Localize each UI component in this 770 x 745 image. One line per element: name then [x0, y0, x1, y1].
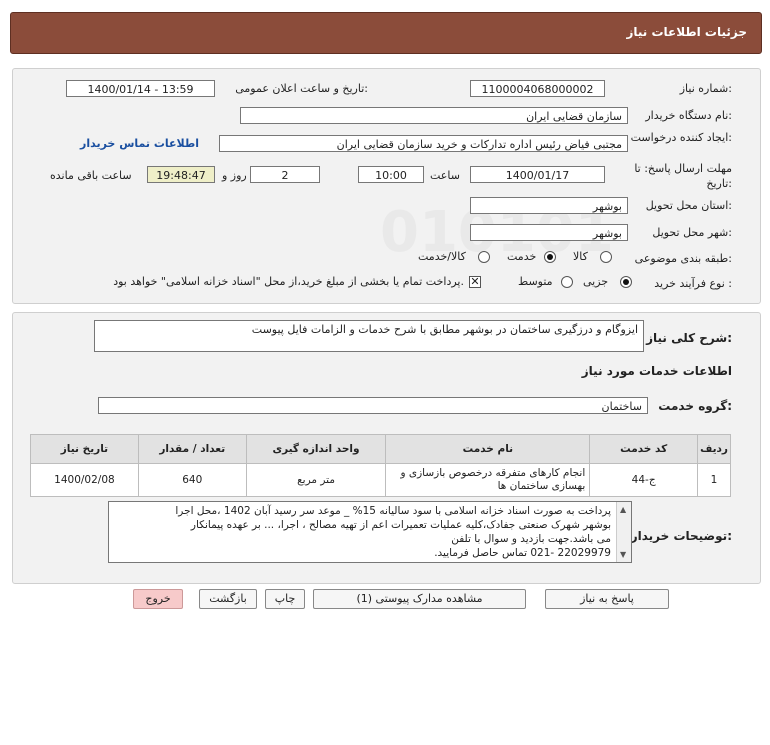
- col-date: تاریخ نیاز: [30, 434, 139, 464]
- buyer-notes-box[interactable]: ▲ ▼ پرداخت به صورت اسناد خزانه اسلامی با…: [108, 501, 632, 563]
- print-button[interactable]: چاپ: [265, 589, 305, 609]
- service-group-field[interactable]: ساختمان: [98, 397, 648, 414]
- col-unit: واحد اندازه گیری: [245, 434, 387, 464]
- days-label: روز و: [222, 169, 247, 182]
- cell-row: 1: [697, 463, 731, 497]
- process-jozi-radio[interactable]: [620, 276, 632, 288]
- scroll-up-icon[interactable]: ▲: [620, 505, 626, 514]
- payment-checkbox[interactable]: ✕: [469, 276, 481, 288]
- remaining-time-field: 19:48:47: [147, 166, 215, 183]
- description-field[interactable]: ایزوگام و درزگیری ساختمان در بوشهر مطابق…: [94, 320, 644, 352]
- category-label: طبقه بندی موضوعی:: [634, 252, 732, 265]
- announce-label: تاریخ و ساعت اعلان عمومی:: [235, 82, 368, 95]
- category-kala-text: کالا: [573, 250, 588, 263]
- table-row: 1 ج-44 انجام کارهای متفرقه درخصوص بازساز…: [30, 463, 731, 497]
- cell-unit: متر مربع: [245, 463, 387, 497]
- buyer-org-label: نام دستگاه خریدار:: [645, 109, 732, 122]
- remaining-label: ساعت باقی مانده: [50, 169, 132, 182]
- notes-line: 22029979 -021 تماس حاصل فرمایید.: [434, 547, 611, 559]
- page-title: جزئیات اطلاعات نیاز: [626, 25, 747, 39]
- payment-note: پرداخت تمام یا بخشی از مبلغ خرید،از محل …: [113, 275, 464, 288]
- exit-button[interactable]: خروج: [133, 589, 183, 609]
- back-button[interactable]: بازگشت: [199, 589, 257, 609]
- province-label: استان محل تحویل:: [645, 199, 732, 212]
- notes-line: پرداخت به صورت اسناد خزانه اسلامی با سود…: [175, 505, 611, 517]
- service-group-label: گروه خدمت:: [658, 399, 732, 413]
- services-table: ردیف کد خدمت نام خدمت واحد اندازه گیری ت…: [30, 434, 731, 497]
- col-qty: تعداد / مقدار: [137, 434, 247, 464]
- process-motevaset-text: متوسط: [518, 275, 553, 288]
- services-section-title: اطلاعات خدمات مورد نیاز: [581, 364, 732, 378]
- deadline-time-field[interactable]: 10:00: [358, 166, 424, 183]
- announce-field[interactable]: 1400/01/14 - 13:59: [66, 80, 215, 97]
- contact-link[interactable]: اطلاعات تماس خریدار: [80, 137, 199, 150]
- category-kala-radio[interactable]: [600, 251, 612, 263]
- deadline-label: مهلت ارسال پاسخ: تا تاریخ:: [634, 162, 732, 190]
- buyer-notes-text: پرداخت به صورت اسناد خزانه اسلامی با سود…: [116, 504, 611, 560]
- cell-code: ج-44: [589, 463, 699, 497]
- province-field[interactable]: بوشهر: [470, 197, 628, 214]
- notes-scrollbar[interactable]: ▲ ▼: [616, 502, 631, 562]
- notes-line: بوشهر شهرک صنعتی جفادک،کلیه عملیات تعمیر…: [190, 519, 611, 531]
- city-label: شهر محل تحویل:: [652, 226, 732, 239]
- cell-date: 1400/02/08: [30, 463, 139, 497]
- reply-button[interactable]: پاسخ به نیاز: [545, 589, 669, 609]
- creator-field[interactable]: مجتبی فیاض رئیس اداره تدارکات و خرید ساز…: [219, 135, 628, 152]
- col-code: کد خدمت: [589, 434, 699, 464]
- deadline-date-field[interactable]: 1400/01/17: [470, 166, 605, 183]
- process-motevaset-radio[interactable]: [561, 276, 573, 288]
- scroll-down-icon[interactable]: ▼: [620, 550, 626, 559]
- need-number-field[interactable]: 1100004068000002: [470, 80, 605, 97]
- buyer-notes-label: توضیحات خریدار:: [630, 529, 732, 543]
- time-label: ساعت: [430, 169, 460, 182]
- buyer-org-field[interactable]: سازمان قضایی ایران: [240, 107, 628, 124]
- col-name: نام خدمت: [385, 434, 591, 464]
- cell-name: انجام کارهای متفرقه درخصوص بازسازی و بهس…: [385, 463, 591, 497]
- table-header-row: ردیف کد خدمت نام خدمت واحد اندازه گیری ت…: [30, 434, 731, 464]
- description-label: شرح کلی نیاز:: [646, 331, 732, 345]
- process-jozi-text: جزیی: [583, 275, 609, 288]
- category-khedmat-radio[interactable]: [544, 251, 556, 263]
- need-number-label: شماره نیاز:: [679, 82, 732, 95]
- days-field[interactable]: 2: [250, 166, 320, 183]
- col-row: ردیف: [697, 434, 731, 464]
- process-label: نوع فرآیند خرید :: [654, 277, 732, 290]
- category-khedmat-text: خدمت: [507, 250, 537, 263]
- cell-qty: 640: [137, 463, 247, 497]
- category-both-text: کالا/خدمت: [418, 250, 466, 263]
- city-field[interactable]: بوشهر: [470, 224, 628, 241]
- attachments-button[interactable]: مشاهده مدارک پیوستی (1): [313, 589, 526, 609]
- page-header: جزئیات اطلاعات نیاز: [10, 12, 762, 54]
- description-text: ایزوگام و درزگیری ساختمان در بوشهر مطابق…: [251, 323, 638, 336]
- notes-line: می باشد.جهت بازدید و سوال با تلفن: [451, 533, 611, 545]
- category-both-radio[interactable]: [478, 251, 490, 263]
- creator-label: ایجاد کننده درخواست:: [630, 131, 732, 144]
